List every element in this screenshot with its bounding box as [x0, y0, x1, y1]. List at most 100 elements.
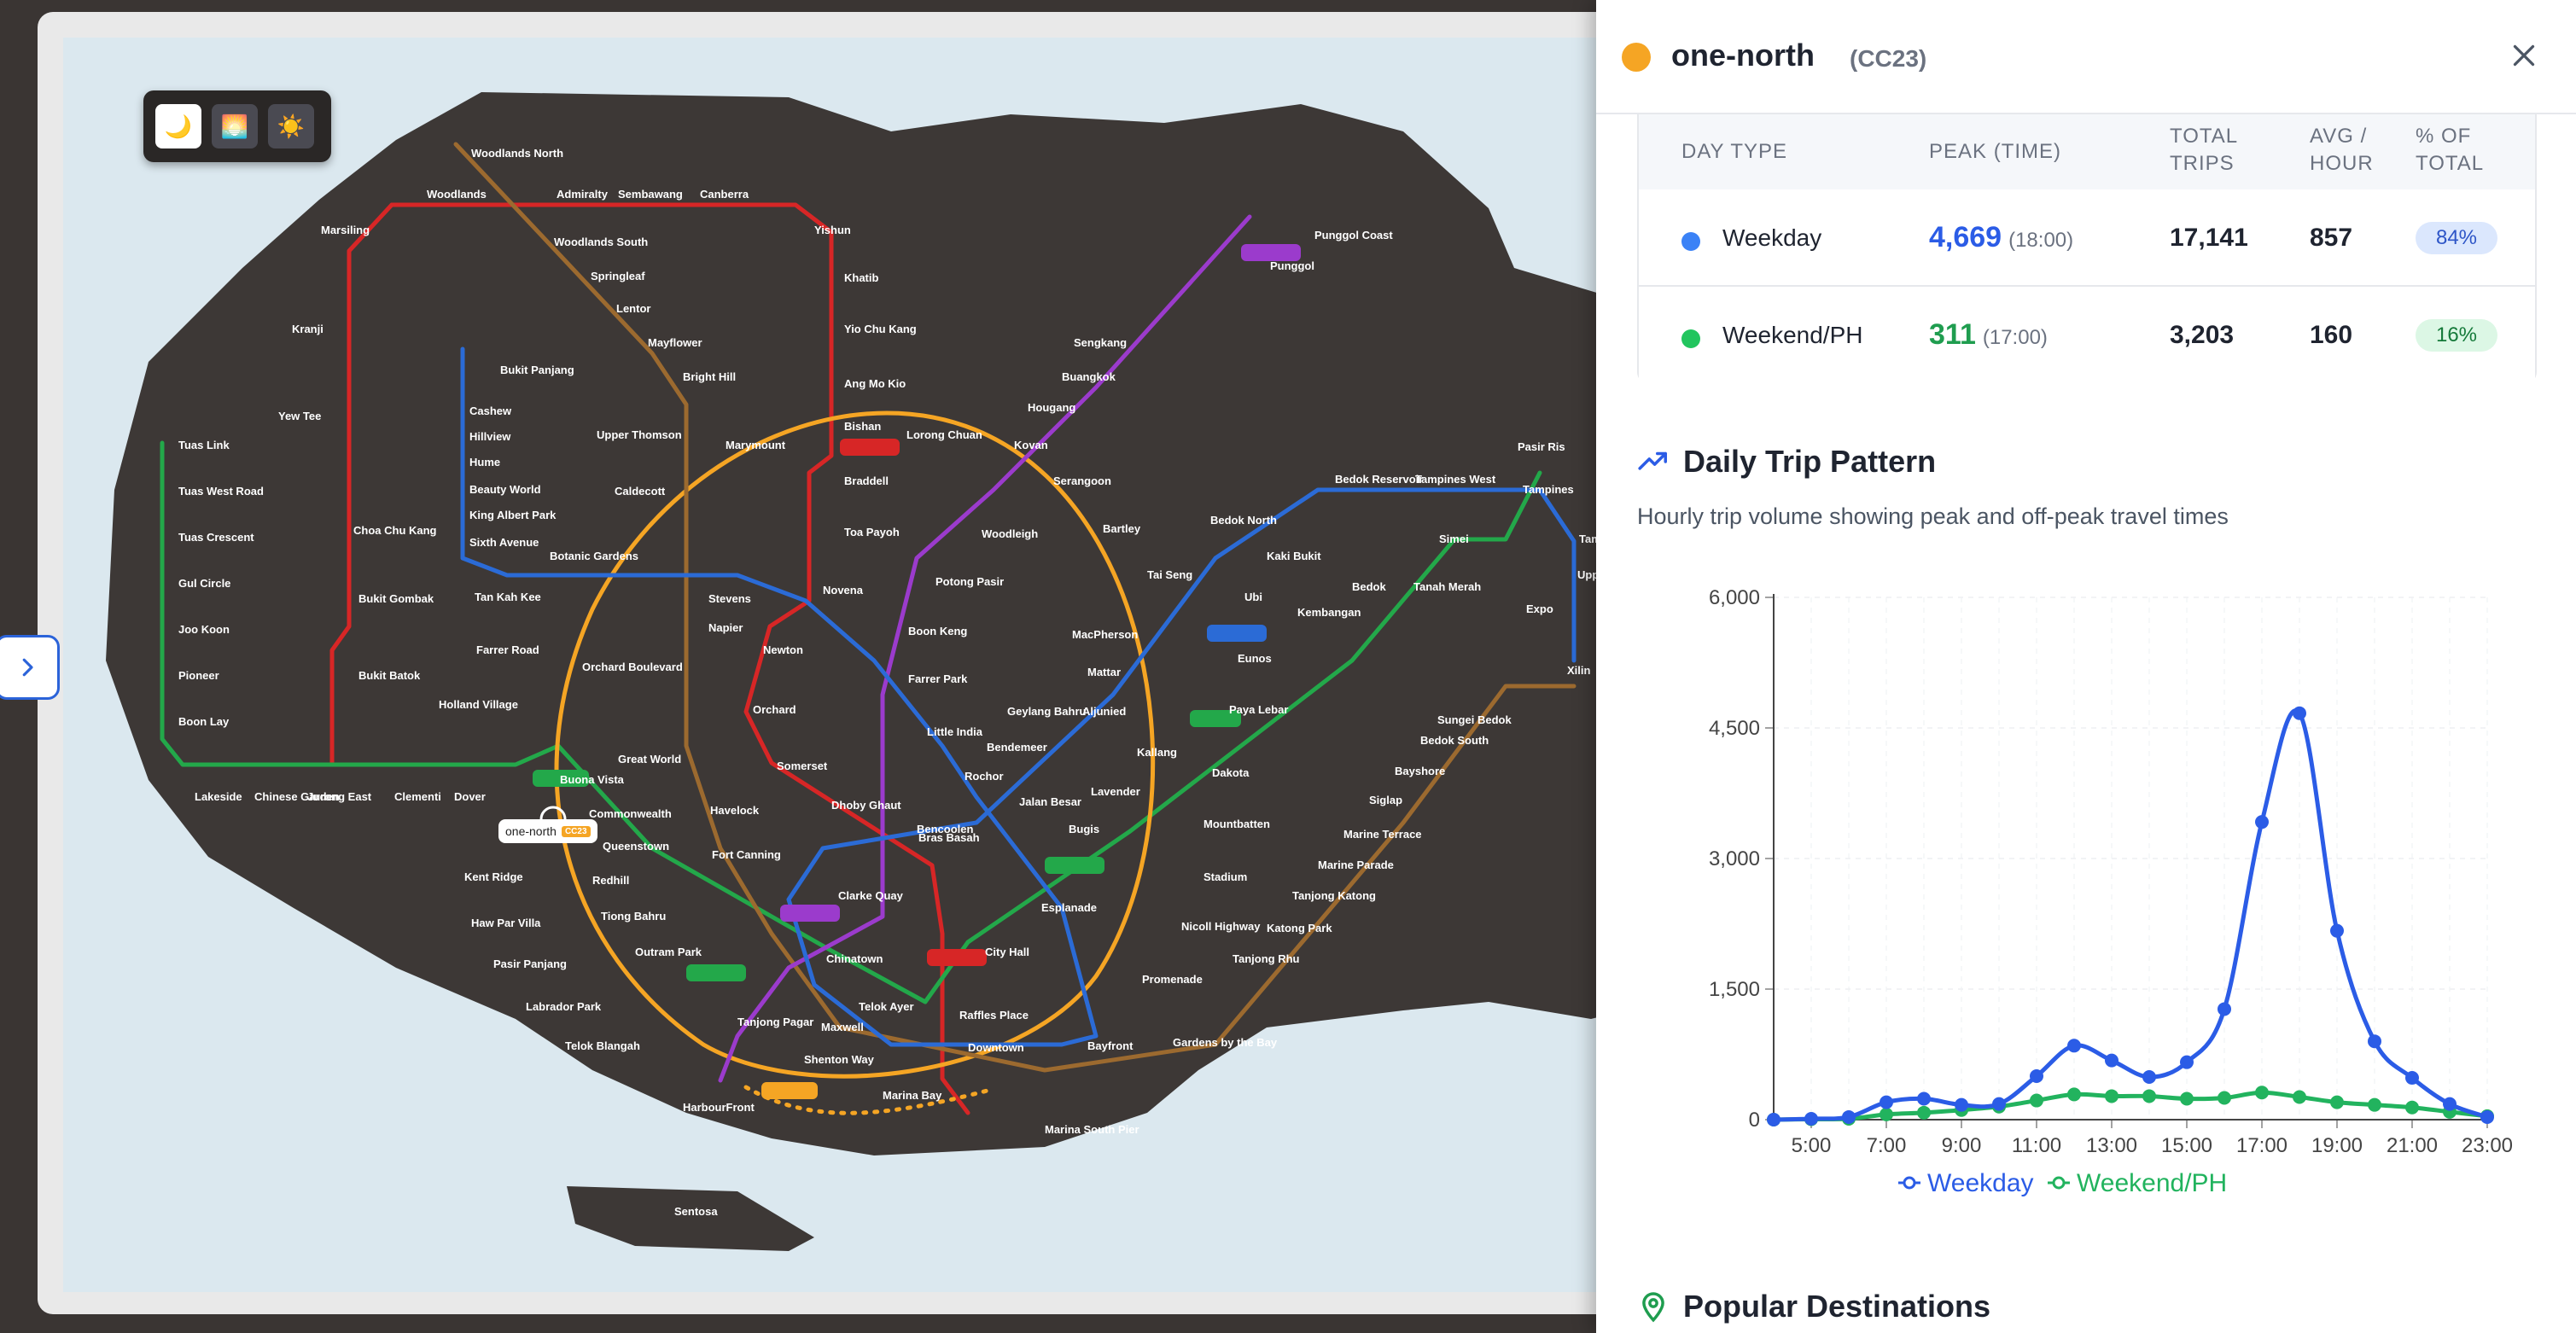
- popular-destinations-title: Popular Destinations: [1683, 1289, 1991, 1324]
- y-tick-label: 6,000: [1709, 586, 1760, 609]
- data-point: [2105, 1053, 2118, 1068]
- station-label: Downtown: [968, 1041, 1024, 1054]
- sun-icon[interactable]: ☀️: [268, 104, 314, 148]
- station-label: Khatib: [844, 271, 879, 284]
- station-label: Clementi: [394, 790, 441, 803]
- station-label: Pasir Panjang: [493, 958, 567, 970]
- daily-trip-chart[interactable]: 0 1,500 3,000 4,500 6,000 5:00 7:00 9:00 11:00 1…: [1596, 563, 2576, 1212]
- data-point: [2368, 1097, 2381, 1112]
- x-tick-label: 15:00: [2161, 1134, 2212, 1157]
- station-label: Upper Thomson: [597, 428, 682, 441]
- peak-time: (17:00): [1982, 326, 2048, 349]
- station-label: Gul Circle: [178, 577, 230, 590]
- station-label: Redhill: [592, 874, 629, 887]
- y-tick-label: 3,000: [1709, 847, 1760, 870]
- col-avg-hour: AVG / HOUR: [2310, 125, 2374, 175]
- close-button[interactable]: [2503, 34, 2545, 77]
- station-label: Pasir Ris: [1518, 440, 1565, 453]
- station-label: Woodlands South: [554, 236, 648, 248]
- station-label: Punggol Coast: [1314, 229, 1393, 242]
- station-label: Marina Bay: [883, 1089, 942, 1102]
- station-label: Hillview: [469, 430, 511, 443]
- x-tick-label: 21:00: [2387, 1134, 2438, 1157]
- station-label: Potong Pasir: [935, 575, 1004, 588]
- station-label: Novena: [823, 584, 864, 597]
- station-label: Chinese Garden: [254, 790, 340, 803]
- y-tick-label: 4,500: [1709, 717, 1760, 740]
- x-tick-label: 7:00: [1867, 1134, 1907, 1157]
- station-label: Sungei Bedok: [1437, 713, 1512, 726]
- station-label: Tuas Crescent: [178, 531, 254, 544]
- sunset-icon[interactable]: 🌅: [212, 104, 258, 148]
- station-label: Aljunied: [1082, 705, 1126, 718]
- day-type: Weekend/PH: [1722, 322, 1863, 348]
- metro-map[interactable]: Woodlands North Woodlands Admiralty Semb…: [38, 12, 1659, 1314]
- data-point: [2067, 1039, 2081, 1053]
- station-label: City Hall: [985, 946, 1029, 958]
- x-tick-label: 23:00: [2462, 1134, 2513, 1157]
- station-label: Tuas West Road: [178, 485, 264, 498]
- x-axis: 5:00 7:00 9:00 11:00 13:00 15:00 17:00 19:00 21:…: [1774, 1119, 2513, 1157]
- col-total-trips: TOTAL TRIPS: [2170, 125, 2239, 175]
- x-tick-label: 9:00: [1942, 1134, 1982, 1157]
- station-label: Dakota: [1212, 766, 1250, 779]
- station-label: Bayshore: [1395, 765, 1445, 777]
- station-label: Lavender: [1091, 785, 1140, 798]
- station-label: Kovan: [1014, 439, 1048, 451]
- table-header: DAY TYPE PEAK (TIME) TOTAL TRIPS AVG / H…: [1639, 114, 2535, 189]
- map-pin-icon: [1642, 1292, 1664, 1323]
- station-label: Marymount: [726, 439, 786, 451]
- station-label: Chinatown: [826, 952, 883, 965]
- station-label: Farrer Park: [908, 672, 968, 685]
- peak-cell: 4,669 (18:00): [1929, 221, 2073, 254]
- data-point: [2030, 1069, 2043, 1083]
- expand-sidebar-button[interactable]: [0, 635, 60, 700]
- station-label: Yishun: [814, 224, 851, 236]
- station-label: Canberra: [700, 188, 749, 201]
- station-label: Newton: [763, 643, 803, 656]
- station-label: Great World: [618, 753, 681, 765]
- data-point: [2293, 1090, 2306, 1104]
- station-label: Bencoolen: [917, 823, 974, 835]
- station-label: Shenton Way: [804, 1053, 875, 1066]
- station-label: Tampines: [1523, 483, 1574, 496]
- island-landmass: [106, 92, 1659, 1155]
- theme-toggle[interactable]: 🌙 🌅 ☀️: [143, 90, 331, 162]
- station-label: King Albert Park: [469, 509, 557, 521]
- station-label: Somerset: [777, 760, 828, 772]
- station-label: Telok Blangah: [565, 1039, 640, 1052]
- station-label: Geylang Bahru: [1007, 705, 1087, 718]
- station-label: Raffles Place: [959, 1009, 1029, 1022]
- map-canvas[interactable]: Woodlands North Woodlands Admiralty Semb…: [38, 12, 1659, 1314]
- x-tick-label: 11:00: [2012, 1134, 2061, 1157]
- moon-icon[interactable]: 🌙: [155, 104, 201, 148]
- station-label: Sixth Avenue: [469, 536, 539, 549]
- station-label: Marina South Pier: [1045, 1123, 1139, 1136]
- data-point: [2067, 1087, 2081, 1102]
- station-label: Choa Chu Kang: [353, 524, 437, 537]
- station-label: Expo: [1526, 602, 1553, 615]
- station-label: Dover: [454, 790, 486, 803]
- station-label: Bishan: [844, 420, 881, 433]
- series-color-dot: [1681, 329, 1700, 348]
- station-label: Marine Parade: [1318, 859, 1394, 871]
- station-label: Bayfront: [1087, 1039, 1134, 1052]
- station-label: Stadium: [1203, 870, 1247, 883]
- data-point: [2330, 923, 2344, 938]
- station-label: Lorong Chuan: [906, 428, 982, 441]
- line-color-dot: [1622, 43, 1651, 72]
- selected-station-tag[interactable]: one-north CC23: [498, 819, 597, 843]
- x-tick-label: 17:00: [2236, 1134, 2288, 1157]
- x-tick-label: 19:00: [2311, 1134, 2363, 1157]
- data-point: [1917, 1091, 1931, 1106]
- station-label: Hume: [469, 456, 500, 469]
- panel-header: one-north (CC23): [1596, 0, 2576, 114]
- station-label: Beauty World: [469, 483, 541, 496]
- station-label: Serangoon: [1053, 474, 1111, 487]
- station-label: Kembangan: [1297, 606, 1361, 619]
- data-point: [2105, 1089, 2118, 1103]
- data-point: [2142, 1070, 2156, 1085]
- data-point: [1992, 1097, 2006, 1111]
- station-label: Sembawang: [618, 188, 683, 201]
- legend-label: Weekday: [1927, 1169, 2034, 1197]
